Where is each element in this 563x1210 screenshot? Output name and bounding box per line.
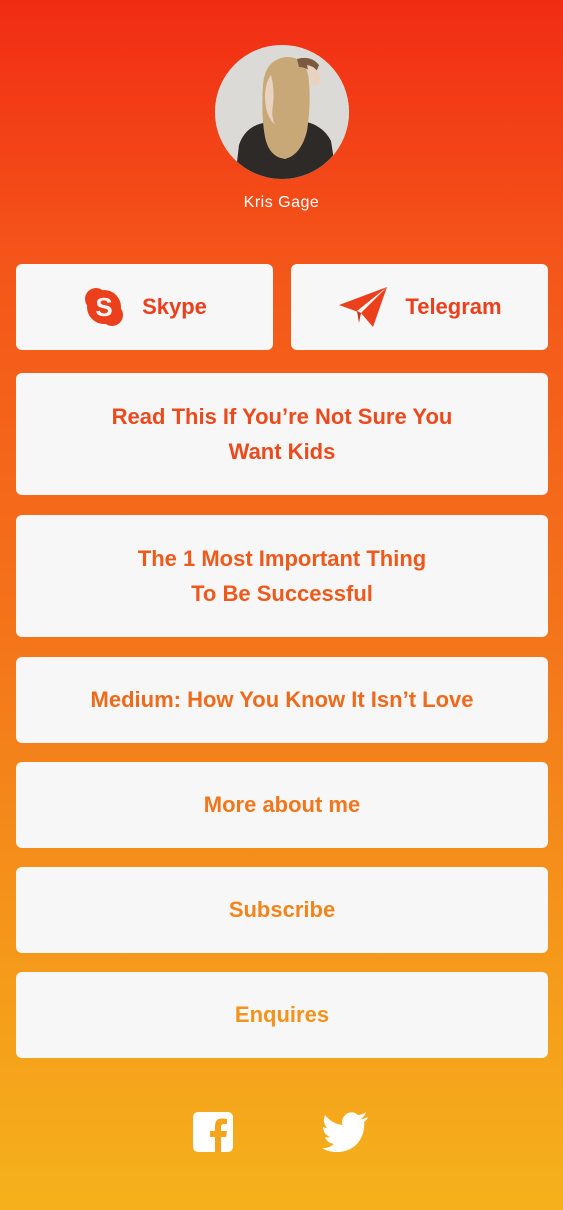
svg-text:S: S [95,292,112,322]
link-label: Subscribe [228,897,336,923]
profile-photo [215,45,349,179]
link-label: Enquires [234,1002,330,1028]
facebook-link[interactable] [193,1112,233,1157]
link-button-not-sure-kids[interactable]: Read This If You’re Not Sure You Want Ki… [16,373,548,495]
twitter-link[interactable] [322,1112,370,1157]
twitter-icon [322,1112,368,1153]
skype-button[interactable]: S Skype [16,264,273,350]
telegram-button[interactable]: Telegram [291,264,548,350]
link-button-medium-love[interactable]: Medium: How You Know It Isn’t Love [16,657,548,743]
skype-icon: S [82,285,126,329]
profile-name: Kris Gage [243,194,320,211]
profile-avatar[interactable] [215,45,349,179]
link-button-enquires[interactable]: Enquires [16,972,548,1058]
link-button-most-important-thing[interactable]: The 1 Most Important Thing To Be Success… [16,515,548,637]
link-button-more-about-me[interactable]: More about me [16,762,548,848]
link-label-line: Want Kids [228,439,336,464]
telegram-label: Telegram [405,294,502,320]
link-label: More about me [203,792,361,818]
facebook-icon [193,1112,233,1152]
link-label: Medium: How You Know It Isn’t Love [90,687,474,713]
link-label-line: The 1 Most Important Thing [137,545,427,571]
link-button-subscribe[interactable]: Subscribe [16,867,548,953]
link-label-line: To Be Successful [191,581,373,606]
telegram-icon [337,285,389,329]
skype-label: Skype [142,294,207,320]
link-label-line: Read This If You’re Not Sure You [111,403,453,429]
